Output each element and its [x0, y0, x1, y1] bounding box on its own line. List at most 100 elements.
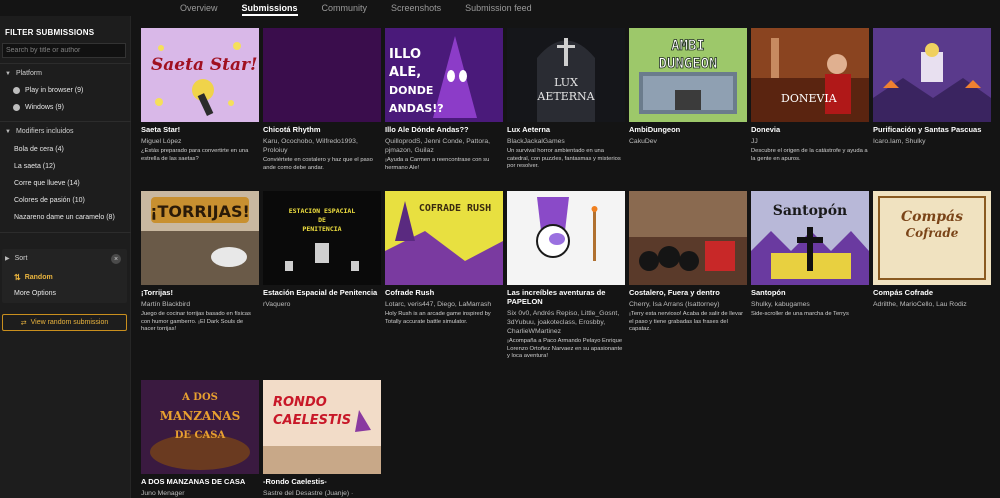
submission-card[interactable]: LUX AETERNA Lux Aeterna BlackJackalGames…	[507, 28, 625, 171]
modifier-item[interactable]: Corre que llueve (14)	[14, 180, 80, 187]
tab-overview[interactable]: Overview	[180, 0, 218, 16]
submission-card[interactable]: Compás Cofrade Compás Cofrade Adrilthe, …	[873, 191, 991, 311]
tab-submissions[interactable]: Submissions	[241, 0, 298, 16]
submission-thumbnail[interactable]	[629, 191, 747, 285]
submission-description: Juego de cocinar torrijas basado en físi…	[141, 311, 251, 332]
submission-authors[interactable]: Six 0v0, Andrés Repiso, Little_Gosnt, 3d…	[507, 309, 625, 336]
submission-thumbnail[interactable]	[263, 28, 381, 122]
platform-option-browser[interactable]: Play in browser (9)	[13, 87, 83, 94]
submission-authors[interactable]: rVaquero	[263, 300, 381, 309]
submission-card[interactable]: ¡TORRIJAS! ¡Torrijas! Martín Blackbird J…	[141, 191, 259, 334]
triangle-down-icon: ▼	[5, 128, 11, 135]
thumbnail-text: ILLO	[389, 47, 421, 62]
submission-thumbnail[interactable]: DONEVIA	[751, 28, 869, 122]
submission-thumbnail[interactable]	[507, 191, 625, 285]
submission-title[interactable]: Purificación y Santas Pascuas	[873, 125, 991, 134]
submission-title[interactable]: Donevia	[751, 125, 869, 134]
submission-card[interactable]: AMBI DUNGEON AmbiDungeon CakuDev	[629, 28, 747, 148]
modifiers-section-toggle[interactable]: ▼ Modifiers incluidos	[5, 128, 74, 135]
submission-thumbnail[interactable]: A DOS MANZANAS DE CASA	[141, 380, 259, 474]
submission-description: ¡Terry esta nervioso! Acaba de salir de …	[629, 311, 744, 332]
submission-title[interactable]: Estación Espacial de Penitencia	[263, 288, 381, 297]
sort-random-option[interactable]: ⇅ Random	[14, 273, 53, 282]
submission-card[interactable]: Santopón Santopón Shulky, kabugames Side…	[751, 191, 869, 319]
modifier-item[interactable]: Bola de cera (4)	[14, 146, 64, 153]
submission-authors[interactable]: Lotarc, veris447, Diego, LaMarrash	[385, 300, 503, 309]
svg-text:Santopón: Santopón	[773, 203, 847, 219]
clear-sort-icon[interactable]: ×	[111, 254, 121, 264]
modifier-item[interactable]: Nazareno dame un caramelo (8)	[14, 214, 115, 221]
submission-thumbnail[interactable]: ILLO ALE, DONDE ANDAS!?	[385, 28, 503, 122]
submission-title[interactable]: Cofrade Rush	[385, 288, 503, 297]
submission-card[interactable]: ESTACION ESPACIAL DE PENITENCIA Estación…	[263, 191, 381, 311]
submission-card[interactable]: Costalero, Fuera y dentro Cherry, Isa Ar…	[629, 191, 747, 334]
submission-thumbnail[interactable]: ESTACION ESPACIAL DE PENITENCIA	[263, 191, 381, 285]
submission-title[interactable]: Las increíbles aventuras de PAPELON	[507, 288, 625, 306]
submission-card[interactable]: DONEVIA Donevia JJ Descubre el origen de…	[751, 28, 869, 163]
submission-authors[interactable]: JJ	[751, 137, 869, 146]
submission-authors[interactable]: CakuDev	[629, 137, 747, 146]
svg-text:COFRADE RUSH: COFRADE RUSH	[419, 203, 491, 214]
submission-authors[interactable]: Miguel López	[141, 137, 259, 146]
submission-title[interactable]: Santopón	[751, 288, 869, 297]
submission-card[interactable]: A DOS MANZANAS DE CASA A DOS MANZANAS DE…	[141, 380, 259, 498]
tab-community[interactable]: Community	[322, 0, 368, 16]
filter-title: FILTER SUBMISSIONS	[5, 28, 95, 37]
tab-screenshots[interactable]: Screenshots	[391, 0, 441, 16]
submission-card[interactable]: ILLO ALE, DONDE ANDAS!? Illo Ale Dónde A…	[385, 28, 503, 172]
svg-text:RONDO: RONDO	[273, 395, 327, 410]
submission-authors[interactable]: Juno Menager	[141, 489, 259, 498]
platform-option-windows[interactable]: Windows (9)	[13, 104, 64, 111]
svg-text:AMBI: AMBI	[671, 38, 705, 54]
submission-thumbnail[interactable]	[873, 28, 991, 122]
submission-title[interactable]: Illo Ale Dónde Andas??	[385, 125, 503, 134]
svg-text:Cofrade: Cofrade	[906, 226, 959, 240]
filter-sidebar: FILTER SUBMISSIONS ▼ Platform Play in br…	[0, 16, 131, 498]
svg-text:MANZANAS: MANZANAS	[160, 409, 241, 423]
modifier-item[interactable]: La saeta (12)	[14, 163, 55, 170]
submission-title[interactable]: A DOS MANZANAS DE CASA	[141, 477, 259, 486]
svg-text:DONDE: DONDE	[389, 84, 433, 97]
sort-section-toggle[interactable]: ▶ Sort	[5, 255, 27, 262]
submission-thumbnail[interactable]: COFRADE RUSH	[385, 191, 503, 285]
submission-authors[interactable]: Karu, Ocochobo, Wilfredo1993, Proloiuy	[263, 137, 381, 155]
submission-authors[interactable]: Sastre del Desastre (Juanje) ·	[263, 489, 381, 498]
submission-authors[interactable]: Adrilthe, MarioCello, Lau Rodiz	[873, 300, 991, 309]
platform-section-toggle[interactable]: ▼ Platform	[5, 70, 42, 77]
svg-text:Compás: Compás	[901, 209, 963, 225]
submission-thumbnail[interactable]: ¡TORRIJAS!	[141, 191, 259, 285]
tab-submission-feed[interactable]: Submission feed	[465, 0, 532, 16]
submission-title[interactable]: ¡Torrijas!	[141, 288, 259, 297]
search-input[interactable]	[2, 43, 126, 58]
submission-title[interactable]: -Rondo Caelestis-	[263, 477, 381, 486]
submission-title[interactable]: AmbiDungeon	[629, 125, 747, 134]
submission-authors[interactable]: Shulky, kabugames	[751, 300, 869, 309]
svg-text:AETERNA: AETERNA	[536, 90, 595, 103]
svg-text:CAELESTIS: CAELESTIS	[273, 413, 351, 428]
submission-title[interactable]: Chicotá Rhythm	[263, 125, 381, 134]
submission-authors[interactable]: Martín Blackbird	[141, 300, 259, 309]
submission-thumbnail[interactable]: RONDO CAELESTIS	[263, 380, 381, 474]
submission-authors[interactable]: QuilloprodS, Jenni Conde, Pattora, pjmaz…	[385, 137, 503, 155]
submission-authors[interactable]: BlackJackalGames	[507, 137, 625, 146]
submission-thumbnail[interactable]: Compás Cofrade	[873, 191, 991, 285]
submission-card[interactable]: Chicotá Rhythm Karu, Ocochobo, Wilfredo1…	[263, 28, 381, 172]
submission-title[interactable]: Compás Cofrade	[873, 288, 991, 297]
submission-thumbnail[interactable]: LUX AETERNA	[507, 28, 625, 122]
submission-card[interactable]: Las increíbles aventuras de PAPELON Six …	[507, 191, 625, 361]
submission-title[interactable]: Saeta Star!	[141, 125, 259, 134]
submission-thumbnail[interactable]: Saeta Star!	[141, 28, 259, 122]
submission-card[interactable]: Saeta Star! Saeta Star! Miguel López ¿Es…	[141, 28, 259, 163]
submission-card[interactable]: COFRADE RUSH Cofrade Rush Lotarc, veris4…	[385, 191, 503, 326]
submission-authors[interactable]: Icaro.Iam, Shulky	[873, 137, 991, 146]
submission-card[interactable]: RONDO CAELESTIS -Rondo Caelestis- Sastre…	[263, 380, 381, 498]
more-options-link[interactable]: More Options	[14, 290, 56, 297]
submission-card[interactable]: Purificación y Santas Pascuas Icaro.Iam,…	[873, 28, 991, 148]
submission-authors[interactable]: Cherry, Isa Arrans (Isattorney)	[629, 300, 747, 309]
submission-thumbnail[interactable]: AMBI DUNGEON	[629, 28, 747, 122]
submission-thumbnail[interactable]: Santopón	[751, 191, 869, 285]
view-random-submission-button[interactable]: ⇄ View random submission	[2, 314, 127, 331]
submission-title[interactable]: Costalero, Fuera y dentro	[629, 288, 747, 297]
submission-title[interactable]: Lux Aeterna	[507, 125, 625, 134]
modifier-item[interactable]: Colores de pasión (10)	[14, 197, 85, 204]
